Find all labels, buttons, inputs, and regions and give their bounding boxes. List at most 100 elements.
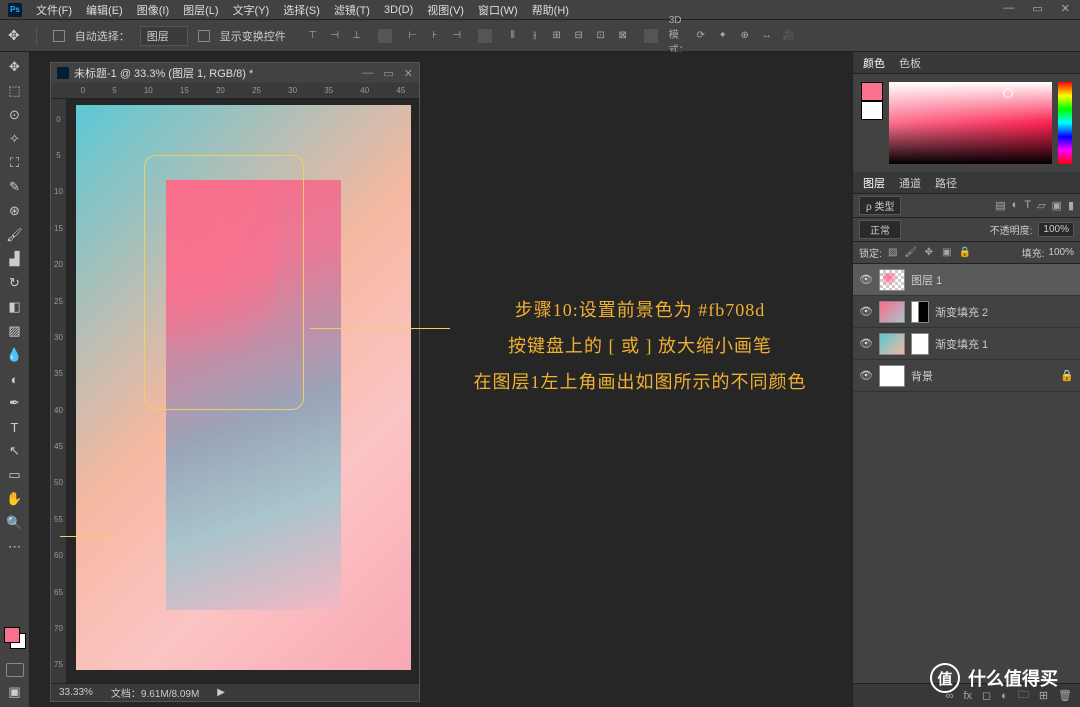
move-tool[interactable]: ✥ (4, 58, 26, 76)
marquee-tool[interactable]: ⬚ (4, 82, 26, 100)
layer-thumbnail[interactable] (879, 365, 905, 387)
layer-item[interactable]: 👁 图层 1 (853, 264, 1080, 296)
filter-pixel-icon[interactable]: ▤ (995, 199, 1005, 212)
distribute-icon[interactable]: ⊟ (572, 29, 586, 43)
bg-color[interactable] (861, 101, 883, 120)
mode-3d-icon[interactable]: ⟳ (694, 29, 708, 43)
layer-mask[interactable] (911, 301, 929, 323)
doc-minimize-button[interactable]: — (362, 67, 373, 80)
spectrum-cursor[interactable] (1003, 88, 1013, 98)
tab-channels[interactable]: 通道 (899, 175, 921, 191)
distribute-h-icon[interactable]: ⫴ (506, 29, 520, 43)
tab-paths[interactable]: 路径 (935, 175, 957, 191)
hand-tool[interactable]: ✋ (4, 490, 26, 508)
filter-shape-icon[interactable]: ▱ (1037, 199, 1045, 212)
filter-adjust-icon[interactable]: ◐ (1012, 199, 1019, 212)
layer-name[interactable]: 图层 1 (911, 272, 942, 288)
mode-3d-icon[interactable]: ⊕ (738, 29, 752, 43)
delete-layer-icon[interactable]: 🗑 (1058, 689, 1072, 702)
auto-select-checkbox[interactable] (53, 30, 65, 42)
distribute-icon[interactable]: ⊞ (550, 29, 564, 43)
menu-file[interactable]: 文件(F) (36, 2, 72, 18)
menu-filter[interactable]: 滤镜(T) (334, 2, 370, 18)
gradient-tool[interactable]: ▨ (4, 322, 26, 340)
layer-name[interactable]: 背景 (911, 368, 933, 384)
path-tool[interactable]: ↖ (4, 442, 26, 460)
color-spectrum[interactable] (889, 82, 1052, 164)
layer-name[interactable]: 渐变填充 2 (935, 304, 988, 320)
ruler-vertical[interactable]: 051015202530354045505560657075 (51, 99, 67, 683)
lock-all-icon[interactable]: 🔒 (958, 247, 972, 258)
auto-select-dropdown[interactable]: 图层 (140, 26, 188, 46)
crop-tool[interactable]: ⛶ (4, 154, 26, 172)
menu-image[interactable]: 图像(I) (137, 2, 169, 18)
layer-thumbnail[interactable] (879, 301, 905, 323)
tab-swatches[interactable]: 色板 (899, 55, 921, 71)
dodge-tool[interactable]: ◐ (4, 370, 26, 388)
fg-color[interactable] (861, 82, 883, 101)
layer-mask[interactable] (911, 333, 929, 355)
stamp-tool[interactable]: ▟ (4, 250, 26, 268)
shape-tool[interactable]: ▭ (4, 466, 26, 484)
layer-thumbnail[interactable] (879, 269, 905, 291)
align-center-icon[interactable]: ⊦ (428, 29, 442, 43)
tab-color[interactable]: 颜色 (863, 55, 885, 71)
history-brush-tool[interactable]: ↻ (4, 274, 26, 292)
blur-tool[interactable]: 💧 (4, 346, 26, 364)
visibility-icon[interactable]: 👁 (859, 337, 873, 350)
canvas-area[interactable] (67, 99, 419, 683)
layer-item[interactable]: 👁 渐变填充 1 (853, 328, 1080, 360)
quick-mask-button[interactable] (6, 663, 24, 677)
eyedropper-tool[interactable]: ✎ (4, 178, 26, 196)
align-top-icon[interactable]: ⊤ (306, 29, 320, 43)
menu-layer[interactable]: 图层(L) (183, 2, 218, 18)
menu-view[interactable]: 视图(V) (427, 2, 464, 18)
align-left-icon[interactable]: ⊢ (406, 29, 420, 43)
screen-mode-button[interactable]: ▣ (4, 683, 26, 701)
layer-item[interactable]: 👁 背景 🔒 (853, 360, 1080, 392)
filter-type-icon[interactable]: T (1024, 199, 1031, 212)
brush-tool[interactable]: 🖌 (4, 226, 26, 244)
menu-edit[interactable]: 编辑(E) (86, 2, 123, 18)
show-transform-checkbox[interactable] (198, 30, 210, 42)
lock-artboard-icon[interactable]: ▣ (940, 247, 954, 258)
filter-type-dropdown[interactable]: ρ 类型 (859, 196, 901, 215)
menu-window[interactable]: 窗口(W) (478, 2, 518, 18)
mode-3d-icon[interactable]: ✦ (716, 29, 730, 43)
color-swatch[interactable] (4, 627, 26, 649)
doc-maximize-button[interactable]: ▭ (383, 67, 393, 80)
magic-wand-tool[interactable]: ✧ (4, 130, 26, 148)
filter-smart-icon[interactable]: ▣ (1052, 199, 1062, 212)
status-arrow-icon[interactable]: ▶ (217, 687, 225, 698)
lock-pixels-icon[interactable]: 🖌 (904, 247, 918, 258)
mode-3d-icon[interactable]: 🎥 (782, 29, 796, 43)
visibility-icon[interactable]: 👁 (859, 305, 873, 318)
hue-slider[interactable] (1058, 82, 1072, 164)
ruler-horizontal[interactable]: 051015202530354045 (51, 83, 419, 99)
lasso-tool[interactable]: ⊙ (4, 106, 26, 124)
minimize-button[interactable]: — (999, 2, 1018, 15)
align-right-icon[interactable]: ⊣ (450, 29, 464, 43)
visibility-icon[interactable]: 👁 (859, 369, 873, 382)
color-current[interactable] (861, 82, 883, 120)
distribute-icon[interactable]: ⊠ (616, 29, 630, 43)
eraser-tool[interactable]: ◧ (4, 298, 26, 316)
layer-thumbnail[interactable] (879, 333, 905, 355)
fill-input[interactable]: 100% (1048, 247, 1074, 258)
menu-type[interactable]: 文字(Y) (233, 2, 270, 18)
mode-3d-icon[interactable]: ↔ (760, 29, 774, 43)
type-tool[interactable]: T (4, 418, 26, 436)
close-button[interactable]: ✕ (1057, 2, 1074, 15)
more-tool[interactable]: ⋯ (4, 538, 26, 556)
menu-3d[interactable]: 3D(D) (384, 4, 413, 16)
lock-transparent-icon[interactable]: ▨ (886, 247, 900, 258)
menu-select[interactable]: 选择(S) (283, 2, 320, 18)
opacity-input[interactable]: 100% (1038, 222, 1074, 237)
distribute-v-icon[interactable]: ⫲ (528, 29, 542, 43)
healing-tool[interactable]: ⊛ (4, 202, 26, 220)
align-bottom-icon[interactable]: ⊥ (350, 29, 364, 43)
filter-toggle[interactable]: ▮ (1068, 199, 1074, 212)
zoom-level[interactable]: 33.33% (59, 687, 93, 698)
menu-help[interactable]: 帮助(H) (532, 2, 569, 18)
canvas[interactable] (76, 105, 411, 670)
